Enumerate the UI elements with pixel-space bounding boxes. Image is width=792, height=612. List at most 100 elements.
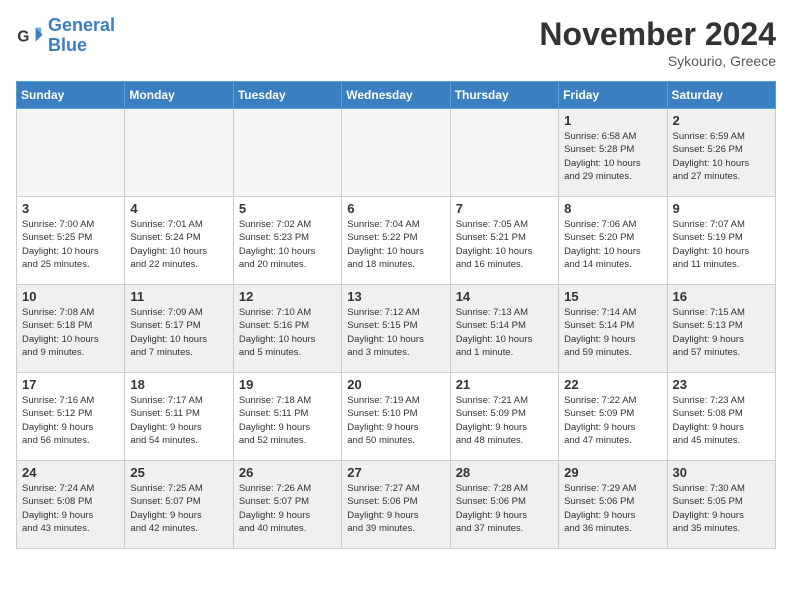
calendar-cell: 30 Sunrise: 7:30 AM Sunset: 5:05 PM Dayli… <box>667 461 775 549</box>
calendar-cell: 5Sunrise: 7:02 AM Sunset: 5:23 PM Daylig… <box>233 197 341 285</box>
weekday-header: Monday <box>125 82 233 109</box>
day-info: Sunrise: 7:30 AM Sunset: 5:05 PM Dayligh… <box>673 482 770 535</box>
day-number: 30 <box>673 465 770 480</box>
day-number: 12 <box>239 289 336 304</box>
day-info: Sunrise: 7:12 AM Sunset: 5:15 PM Dayligh… <box>347 306 444 359</box>
day-info: Sunrise: 7:10 AM Sunset: 5:16 PM Dayligh… <box>239 306 336 359</box>
calendar-cell: 12 Sunrise: 7:10 AM Sunset: 5:16 PM Dayli… <box>233 285 341 373</box>
calendar-cell <box>450 109 558 197</box>
weekday-header: Friday <box>559 82 667 109</box>
day-info: Sunrise: 7:25 AM Sunset: 5:07 PM Dayligh… <box>130 482 227 535</box>
day-number: 15 <box>564 289 661 304</box>
logo-icon: G <box>16 22 44 50</box>
calendar-table: SundayMondayTuesdayWednesdayThursdayFrid… <box>16 81 776 549</box>
calendar-cell: 1 Sunrise: 6:58 AM Sunset: 5:28 PM Daylig… <box>559 109 667 197</box>
day-number: 26 <box>239 465 336 480</box>
calendar-cell: 10Sunrise: 7:08 AM Sunset: 5:18 PM Dayli… <box>17 285 125 373</box>
calendar-cell: 23 Sunrise: 7:23 AM Sunset: 5:08 PM Dayli… <box>667 373 775 461</box>
svg-text:G: G <box>17 28 29 45</box>
day-info: Sunrise: 7:05 AM Sunset: 5:21 PM Dayligh… <box>456 218 553 271</box>
day-number: 5 <box>239 201 336 216</box>
day-info: Sunrise: 7:29 AM Sunset: 5:06 PM Dayligh… <box>564 482 661 535</box>
day-number: 10 <box>22 289 119 304</box>
day-info: Sunrise: 7:23 AM Sunset: 5:08 PM Dayligh… <box>673 394 770 447</box>
day-info: Sunrise: 7:21 AM Sunset: 5:09 PM Dayligh… <box>456 394 553 447</box>
day-info: Sunrise: 7:19 AM Sunset: 5:10 PM Dayligh… <box>347 394 444 447</box>
calendar-cell: 3 Sunrise: 7:00 AM Sunset: 5:25 PM Daylig… <box>17 197 125 285</box>
day-info: Sunrise: 7:04 AM Sunset: 5:22 PM Dayligh… <box>347 218 444 271</box>
day-number: 7 <box>456 201 553 216</box>
logo-text: General Blue <box>48 16 115 56</box>
logo: G General Blue <box>16 16 115 56</box>
calendar-cell: 24 Sunrise: 7:24 AM Sunset: 5:08 PM Dayli… <box>17 461 125 549</box>
day-number: 17 <box>22 377 119 392</box>
day-info: Sunrise: 7:15 AM Sunset: 5:13 PM Dayligh… <box>673 306 770 359</box>
day-info: Sunrise: 7:17 AM Sunset: 5:11 PM Dayligh… <box>130 394 227 447</box>
page-header: G General Blue November 2024 Sykourio, G… <box>16 16 776 69</box>
day-info: Sunrise: 7:00 AM Sunset: 5:25 PM Dayligh… <box>22 218 119 271</box>
calendar-cell: 4 Sunrise: 7:01 AM Sunset: 5:24 PM Daylig… <box>125 197 233 285</box>
calendar-cell: 21 Sunrise: 7:21 AM Sunset: 5:09 PM Dayli… <box>450 373 558 461</box>
weekday-header: Tuesday <box>233 82 341 109</box>
calendar-week-row: 1 Sunrise: 6:58 AM Sunset: 5:28 PM Daylig… <box>17 109 776 197</box>
day-info: Sunrise: 6:59 AM Sunset: 5:26 PM Dayligh… <box>673 130 770 183</box>
day-number: 14 <box>456 289 553 304</box>
calendar-cell: 20 Sunrise: 7:19 AM Sunset: 5:10 PM Dayli… <box>342 373 450 461</box>
day-number: 25 <box>130 465 227 480</box>
day-info: Sunrise: 7:07 AM Sunset: 5:19 PM Dayligh… <box>673 218 770 271</box>
day-info: Sunrise: 7:24 AM Sunset: 5:08 PM Dayligh… <box>22 482 119 535</box>
day-info: Sunrise: 7:26 AM Sunset: 5:07 PM Dayligh… <box>239 482 336 535</box>
day-number: 6 <box>347 201 444 216</box>
day-number: 3 <box>22 201 119 216</box>
calendar-body: 1 Sunrise: 6:58 AM Sunset: 5:28 PM Daylig… <box>17 109 776 549</box>
calendar-cell: 2Sunrise: 6:59 AM Sunset: 5:26 PM Daylig… <box>667 109 775 197</box>
day-number: 1 <box>564 113 661 128</box>
calendar-cell: 9 Sunrise: 7:07 AM Sunset: 5:19 PM Daylig… <box>667 197 775 285</box>
day-info: Sunrise: 7:28 AM Sunset: 5:06 PM Dayligh… <box>456 482 553 535</box>
day-info: Sunrise: 7:18 AM Sunset: 5:11 PM Dayligh… <box>239 394 336 447</box>
day-info: Sunrise: 6:58 AM Sunset: 5:28 PM Dayligh… <box>564 130 661 183</box>
day-number: 24 <box>22 465 119 480</box>
day-number: 22 <box>564 377 661 392</box>
calendar-cell: 11 Sunrise: 7:09 AM Sunset: 5:17 PM Dayli… <box>125 285 233 373</box>
calendar-cell: 15 Sunrise: 7:14 AM Sunset: 5:14 PM Dayli… <box>559 285 667 373</box>
calendar-header-row: SundayMondayTuesdayWednesdayThursdayFrid… <box>17 82 776 109</box>
day-info: Sunrise: 7:13 AM Sunset: 5:14 PM Dayligh… <box>456 306 553 359</box>
calendar-week-row: 3 Sunrise: 7:00 AM Sunset: 5:25 PM Daylig… <box>17 197 776 285</box>
day-number: 19 <box>239 377 336 392</box>
day-number: 20 <box>347 377 444 392</box>
day-info: Sunrise: 7:27 AM Sunset: 5:06 PM Dayligh… <box>347 482 444 535</box>
calendar-cell <box>233 109 341 197</box>
day-number: 23 <box>673 377 770 392</box>
calendar-cell: 27 Sunrise: 7:27 AM Sunset: 5:06 PM Dayli… <box>342 461 450 549</box>
day-number: 21 <box>456 377 553 392</box>
day-number: 28 <box>456 465 553 480</box>
weekday-header: Saturday <box>667 82 775 109</box>
day-number: 16 <box>673 289 770 304</box>
day-info: Sunrise: 7:06 AM Sunset: 5:20 PM Dayligh… <box>564 218 661 271</box>
title-block: November 2024 Sykourio, Greece <box>539 16 776 69</box>
location-subtitle: Sykourio, Greece <box>539 53 776 69</box>
calendar-week-row: 17 Sunrise: 7:16 AM Sunset: 5:12 PM Dayli… <box>17 373 776 461</box>
day-info: Sunrise: 7:14 AM Sunset: 5:14 PM Dayligh… <box>564 306 661 359</box>
weekday-header: Thursday <box>450 82 558 109</box>
day-number: 11 <box>130 289 227 304</box>
calendar-cell: 25 Sunrise: 7:25 AM Sunset: 5:07 PM Dayli… <box>125 461 233 549</box>
day-number: 9 <box>673 201 770 216</box>
calendar-cell: 22Sunrise: 7:22 AM Sunset: 5:09 PM Dayli… <box>559 373 667 461</box>
calendar-cell <box>342 109 450 197</box>
calendar-cell: 17 Sunrise: 7:16 AM Sunset: 5:12 PM Dayli… <box>17 373 125 461</box>
day-info: Sunrise: 7:01 AM Sunset: 5:24 PM Dayligh… <box>130 218 227 271</box>
day-number: 27 <box>347 465 444 480</box>
calendar-cell: 7 Sunrise: 7:05 AM Sunset: 5:21 PM Daylig… <box>450 197 558 285</box>
day-info: Sunrise: 7:09 AM Sunset: 5:17 PM Dayligh… <box>130 306 227 359</box>
day-info: Sunrise: 7:16 AM Sunset: 5:12 PM Dayligh… <box>22 394 119 447</box>
calendar-cell: 8 Sunrise: 7:06 AM Sunset: 5:20 PM Daylig… <box>559 197 667 285</box>
day-number: 8 <box>564 201 661 216</box>
day-number: 4 <box>130 201 227 216</box>
calendar-cell <box>17 109 125 197</box>
calendar-cell: 28 Sunrise: 7:28 AM Sunset: 5:06 PM Dayli… <box>450 461 558 549</box>
day-number: 13 <box>347 289 444 304</box>
calendar-cell: 14 Sunrise: 7:13 AM Sunset: 5:14 PM Dayli… <box>450 285 558 373</box>
weekday-header: Sunday <box>17 82 125 109</box>
